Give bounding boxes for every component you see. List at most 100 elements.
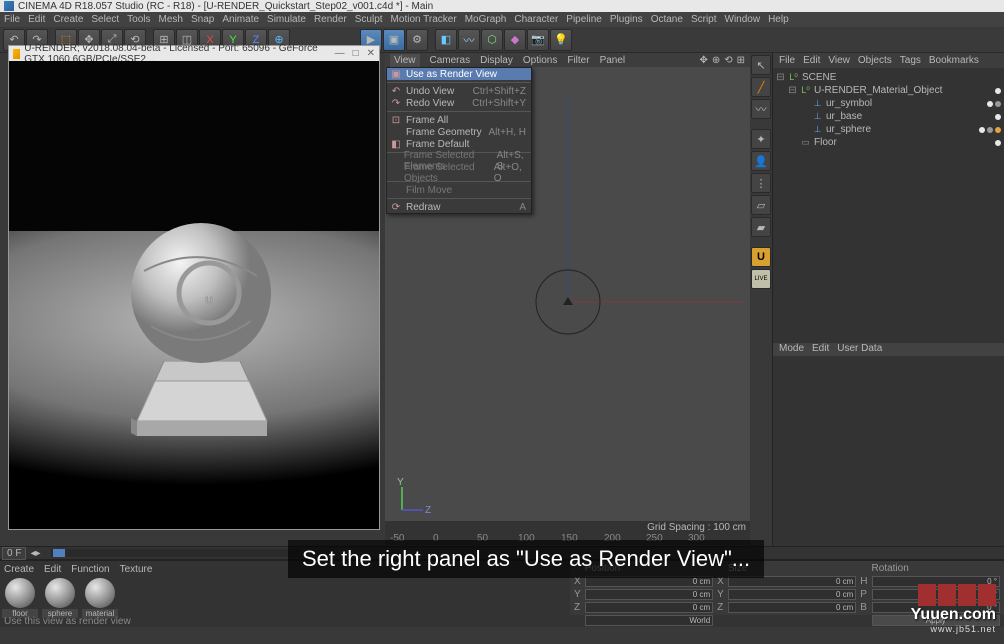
menu-item[interactable]: ⊡Frame All xyxy=(387,114,531,126)
urender-titlebar[interactable]: U-RENDER; v2018.08.04-beta - Licensed - … xyxy=(9,46,379,61)
viewport-menu-cameras[interactable]: Cameras xyxy=(430,55,471,66)
menu-create[interactable]: Create xyxy=(53,14,83,25)
menu-motion tracker[interactable]: Motion Tracker xyxy=(391,14,457,25)
vtool-edge2[interactable]: ▱ xyxy=(751,195,771,215)
menu-item[interactable]: ↶Undo ViewCtrl+Shift+Z xyxy=(387,85,531,97)
objmenu-edit[interactable]: Edit xyxy=(803,55,820,66)
urender-viewport[interactable]: U xyxy=(9,61,379,529)
menu-sculpt[interactable]: Sculpt xyxy=(355,14,383,25)
viewport-menu-display[interactable]: Display xyxy=(480,55,513,66)
material-slot[interactable]: floor xyxy=(2,578,38,618)
tree-row[interactable]: ⊟L⁰SCENE xyxy=(776,71,1001,84)
menu-item[interactable]: Frame GeometryAlt+H, H xyxy=(387,126,531,138)
tree-row[interactable]: ⊥ur_symbol xyxy=(776,97,1001,110)
menu-item[interactable]: ▣Use as Render View xyxy=(387,68,531,80)
matmenu-item[interactable]: Texture xyxy=(120,564,153,575)
viewport-menu-options[interactable]: Options xyxy=(523,55,557,66)
frame-field[interactable]: 0 F xyxy=(2,547,26,560)
window-title: CINEMA 4D R18.057 Studio (RC - R18) - [U… xyxy=(18,1,433,12)
main-menubar: File Edit Create Select Tools Mesh Snap Animate… xyxy=(0,12,1004,27)
menu-item[interactable]: Film Move xyxy=(387,184,531,196)
timeline-slider[interactable] xyxy=(51,549,301,557)
minimize-button[interactable]: — xyxy=(335,48,345,59)
menu-script[interactable]: Script xyxy=(691,14,717,25)
add-camera-button[interactable]: 📷 xyxy=(527,29,549,51)
vtool-point[interactable]: ⋮ xyxy=(751,173,771,193)
app-icon xyxy=(4,1,14,11)
menu-snap[interactable]: Snap xyxy=(191,14,214,25)
objmenu-view[interactable]: View xyxy=(828,55,850,66)
menu-item[interactable]: ↷Redo ViewCtrl+Shift+Y xyxy=(387,97,531,109)
menu-octane[interactable]: Octane xyxy=(651,14,683,25)
view-dropdown-menu: ▣Use as Render View ↶Undo ViewCtrl+Shift+… xyxy=(386,67,532,214)
vtool-face[interactable]: ▰ xyxy=(751,217,771,237)
add-deformer-button[interactable]: ◆ xyxy=(504,29,526,51)
tree-row[interactable]: ⊥ur_sphere xyxy=(776,123,1001,136)
urender-icon xyxy=(13,49,20,59)
matmenu-item[interactable]: Create xyxy=(4,564,34,575)
close-button[interactable]: ✕ xyxy=(367,48,375,59)
viewport-nav-icon[interactable]: ✥ xyxy=(699,55,707,66)
vtool-char[interactable]: 👤 xyxy=(751,151,771,171)
material-list: floorspherematerial xyxy=(2,578,568,618)
matmenu-item[interactable]: Function xyxy=(71,564,109,575)
svg-text:Y: Y xyxy=(397,477,404,488)
object-menubar: File Edit View Objects Tags Bookmarks xyxy=(773,53,1004,68)
menu-item[interactable]: ◧Frame Default xyxy=(387,138,531,150)
object-tree[interactable]: ⊟L⁰SCENE⊟L⁰U-RENDER_Material_Object⊥ur_s… xyxy=(773,68,1004,152)
attrmenu-item[interactable]: Mode xyxy=(779,343,804,356)
render-region-button[interactable]: ▣ xyxy=(383,29,405,51)
attrmenu-item[interactable]: User Data xyxy=(837,343,882,356)
menu-mesh[interactable]: Mesh xyxy=(159,14,183,25)
window-titlebar: CINEMA 4D R18.057 Studio (RC - R18) - [U… xyxy=(0,0,1004,12)
watermark: Yuuen.com www.jb51.net xyxy=(911,584,996,634)
menu-pipeline[interactable]: Pipeline xyxy=(566,14,602,25)
objmenu-file[interactable]: File xyxy=(779,55,795,66)
menu-window[interactable]: Window xyxy=(725,14,761,25)
menu-animate[interactable]: Animate xyxy=(222,14,259,25)
objmenu-tags[interactable]: Tags xyxy=(900,55,921,66)
vtool-live[interactable]: LIVE xyxy=(751,269,771,289)
menu-edit[interactable]: Edit xyxy=(28,14,45,25)
material-slot[interactable]: material xyxy=(82,578,118,618)
objmenu-objects[interactable]: Objects xyxy=(858,55,892,66)
menu-help[interactable]: Help xyxy=(768,14,789,25)
maximize-button[interactable]: □ xyxy=(353,48,359,59)
svg-text:U: U xyxy=(205,296,212,307)
menu-simulate[interactable]: Simulate xyxy=(267,14,306,25)
menu-plugins[interactable]: Plugins xyxy=(610,14,643,25)
add-light-button[interactable]: 💡 xyxy=(550,29,572,51)
add-spline-button[interactable]: 〰 xyxy=(458,29,480,51)
attribute-manager: Mode Edit User Data xyxy=(773,343,1004,546)
tree-row[interactable]: ▭Floor xyxy=(776,136,1001,149)
viewport-zoom-icon[interactable]: ⊕ xyxy=(712,55,720,66)
viewport-menu-filter[interactable]: Filter xyxy=(567,55,589,66)
objmenu-bookmarks[interactable]: Bookmarks xyxy=(929,55,979,66)
menu-character[interactable]: Character xyxy=(514,14,558,25)
menu-mograph[interactable]: MoGraph xyxy=(465,14,507,25)
matmenu-item[interactable]: Edit xyxy=(44,564,61,575)
tree-row[interactable]: ⊟L⁰U-RENDER_Material_Object xyxy=(776,84,1001,97)
viewport-orbit-icon[interactable]: ⟲ xyxy=(724,55,732,66)
menu-file[interactable]: File xyxy=(4,14,20,25)
viewport-menu-view[interactable]: View xyxy=(390,54,420,67)
menu-select[interactable]: Select xyxy=(91,14,119,25)
viewport-menu-panel[interactable]: Panel xyxy=(600,55,626,66)
render-settings-button[interactable]: ⚙ xyxy=(406,29,428,51)
menu-item[interactable]: ⟳RedrawA xyxy=(387,201,531,213)
vtool-edge[interactable]: ╱ xyxy=(751,77,771,97)
viewport-layout-icon[interactable]: ⊞ xyxy=(737,55,745,66)
add-cube-button[interactable]: ◧ xyxy=(435,29,457,51)
attrmenu-item[interactable]: Edit xyxy=(812,343,829,356)
material-slot[interactable]: sphere xyxy=(42,578,78,618)
tree-row[interactable]: ⊥ur_base xyxy=(776,110,1001,123)
vtool-axis[interactable]: ✦ xyxy=(751,129,771,149)
vtool-cursor[interactable]: ↖ xyxy=(751,55,771,75)
add-generator-button[interactable]: ⬡ xyxy=(481,29,503,51)
menu-tools[interactable]: Tools xyxy=(127,14,150,25)
vertical-toolbar: ↖ ╱ 〰 ✦ 👤 ⋮ ▱ ▰ U LIVE xyxy=(750,53,772,546)
vtool-urender[interactable]: U xyxy=(751,247,771,267)
menu-item[interactable]: Frame Selected ObjectsAlt+O, O xyxy=(387,167,531,179)
vtool-brush[interactable]: 〰 xyxy=(751,99,771,119)
menu-render[interactable]: Render xyxy=(314,14,347,25)
